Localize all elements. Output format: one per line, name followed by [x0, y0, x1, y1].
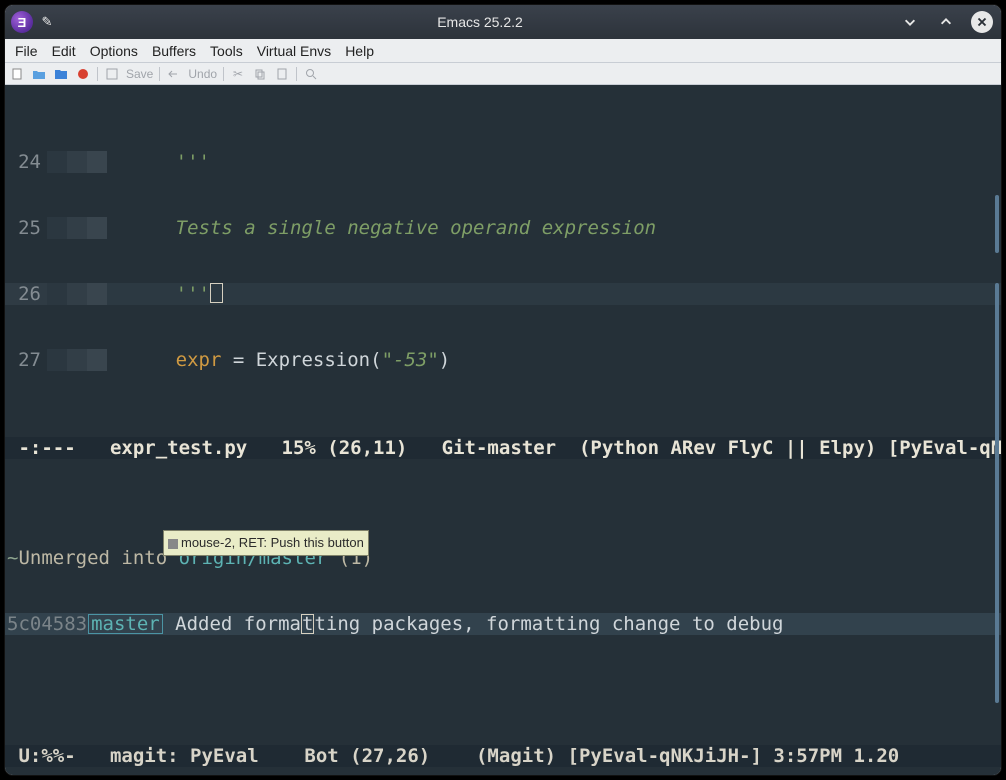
minimize-button[interactable] [899, 11, 921, 33]
titlebar: Ǝ ✎ Emacs 25.2.2 [5, 5, 1001, 39]
menu-virtualenvs[interactable]: Virtual Envs [251, 41, 337, 61]
undo-label: Undo [188, 67, 217, 81]
editor-area[interactable]: 24 ''' 25 Tests a single negative operan… [5, 85, 1001, 775]
stop-icon[interactable] [75, 66, 91, 82]
scrollbar[interactable] [995, 283, 999, 703]
code-string: "-53" [382, 349, 439, 371]
magit-unmerged-heading: ~Unmerged into origin/master (1) [5, 547, 1001, 569]
open-file-icon[interactable] [31, 66, 47, 82]
open-folder-icon[interactable] [53, 66, 69, 82]
line-number: 25 [5, 217, 47, 239]
commit-sha: 5c04583 [7, 613, 87, 635]
new-file-icon[interactable] [9, 66, 25, 82]
code-docstring: ''' [176, 151, 210, 173]
line-number: 27 [5, 349, 47, 371]
menubar[interactable]: File Edit Options Buffers Tools Virtual … [5, 39, 1001, 63]
save-label: Save [126, 67, 153, 81]
menu-options[interactable]: Options [84, 41, 144, 61]
undo-icon[interactable] [166, 66, 182, 82]
toolbar: Save Undo ✂ [5, 63, 1001, 85]
tooltip: mouse-2, RET: Push this button [163, 530, 369, 556]
modeline-magit: U:%%- magit: PyEval Bot (27,26) (Magit) … [5, 745, 1001, 767]
scrollbar[interactable] [995, 195, 999, 253]
line-number: 26 [5, 283, 47, 305]
copy-icon[interactable] [252, 66, 268, 82]
code-var: expr [176, 349, 222, 371]
line-number: 24 [5, 151, 47, 173]
menu-file[interactable]: File [9, 41, 44, 61]
app-icon: Ǝ [11, 11, 33, 33]
cursor [210, 283, 223, 303]
magit-commit-row[interactable]: 5c04583 master Added formatting packages… [5, 613, 1001, 635]
window-title: Emacs 25.2.2 [61, 14, 899, 30]
search-icon[interactable] [303, 66, 319, 82]
code-call: Expression [256, 349, 370, 371]
menu-buffers[interactable]: Buffers [146, 41, 202, 61]
branch-tag: master [88, 614, 163, 634]
save-icon[interactable] [104, 66, 120, 82]
cut-icon[interactable]: ✂ [230, 66, 246, 82]
modeline-code: -:--- expr_test.py 15% (26,11) Git-maste… [5, 437, 1001, 459]
menu-help[interactable]: Help [339, 41, 380, 61]
close-button[interactable] [971, 11, 993, 33]
mark-box: t [301, 614, 314, 634]
paste-icon[interactable] [274, 66, 290, 82]
menu-edit[interactable]: Edit [46, 41, 82, 61]
pin-icon[interactable]: ✎ [39, 14, 55, 30]
maximize-button[interactable] [935, 11, 957, 33]
code-docstring: ''' [176, 283, 210, 305]
menu-tools[interactable]: Tools [204, 41, 249, 61]
code-docstring: Tests a single negative operand expressi… [176, 217, 656, 239]
